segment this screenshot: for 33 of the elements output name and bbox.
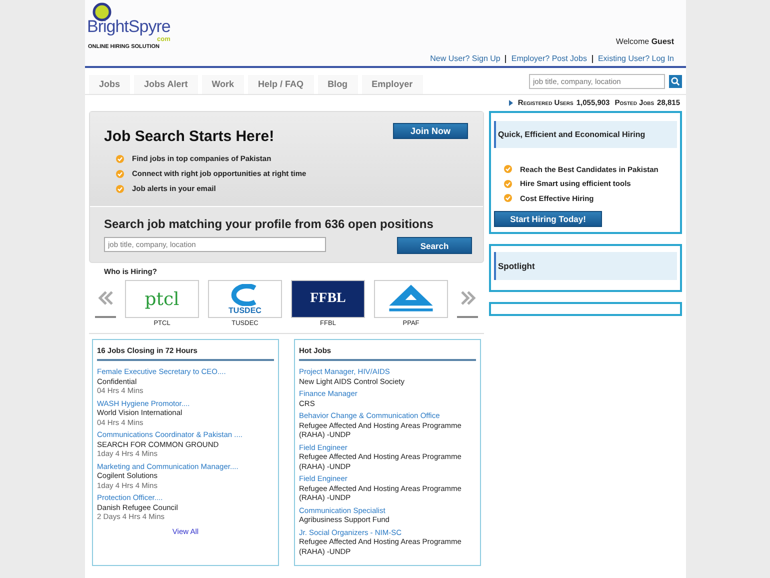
search-button[interactable]: Search [397, 237, 472, 254]
account-link[interactable]: Existing User? Log In [598, 54, 674, 63]
nav-tab[interactable]: Jobs [89, 75, 130, 94]
welcome-text: Welcome Guest [616, 37, 674, 46]
nav-tab[interactable]: Employer [362, 75, 423, 94]
search-icon [671, 76, 680, 86]
check-bullet-icon [504, 165, 512, 174]
nav-tab[interactable]: Blog [318, 75, 358, 94]
check-bullet-icon [116, 154, 124, 162]
check-bullet-icon [504, 194, 512, 202]
panel-heading: Spotlight [494, 252, 677, 280]
company-logo[interactable] [374, 280, 448, 318]
search-button[interactable] [669, 74, 682, 88]
search-heading: Search job matching your profile from 636 open positions [104, 217, 434, 231]
panel-heading: Quick, Efficient and Economical Hiring [494, 121, 677, 148]
logo-wordmark[interactable]: BrightSpyre [87, 18, 170, 36]
nav-tab[interactable]: Work [202, 75, 244, 94]
nav-tab[interactable]: Help / FAQ [248, 75, 314, 94]
account-link[interactable]: Employer? Post Jobs [511, 54, 587, 63]
start-hiring-button[interactable]: Start Hiring Today! [494, 210, 602, 226]
check-bullet-icon [116, 184, 124, 192]
join-now-button[interactable]: Join Now [393, 123, 468, 139]
double-chevron-right-icon [460, 291, 476, 305]
account-link[interactable]: New User? Sign Up [430, 54, 500, 63]
double-chevron-left-icon [98, 291, 114, 305]
nav-tab[interactable]: Jobs Alert [134, 75, 198, 94]
bullet-arrow-icon [508, 100, 513, 106]
check-bullet-icon [116, 170, 124, 178]
check-bullet-icon [504, 180, 512, 188]
hero-title: Job Search Starts Here! [104, 128, 276, 145]
company-logo[interactable]: FFBL [291, 280, 365, 318]
company-logo[interactable]: TUSDEC [208, 280, 282, 318]
company-logo[interactable]: ptcl [125, 280, 199, 318]
